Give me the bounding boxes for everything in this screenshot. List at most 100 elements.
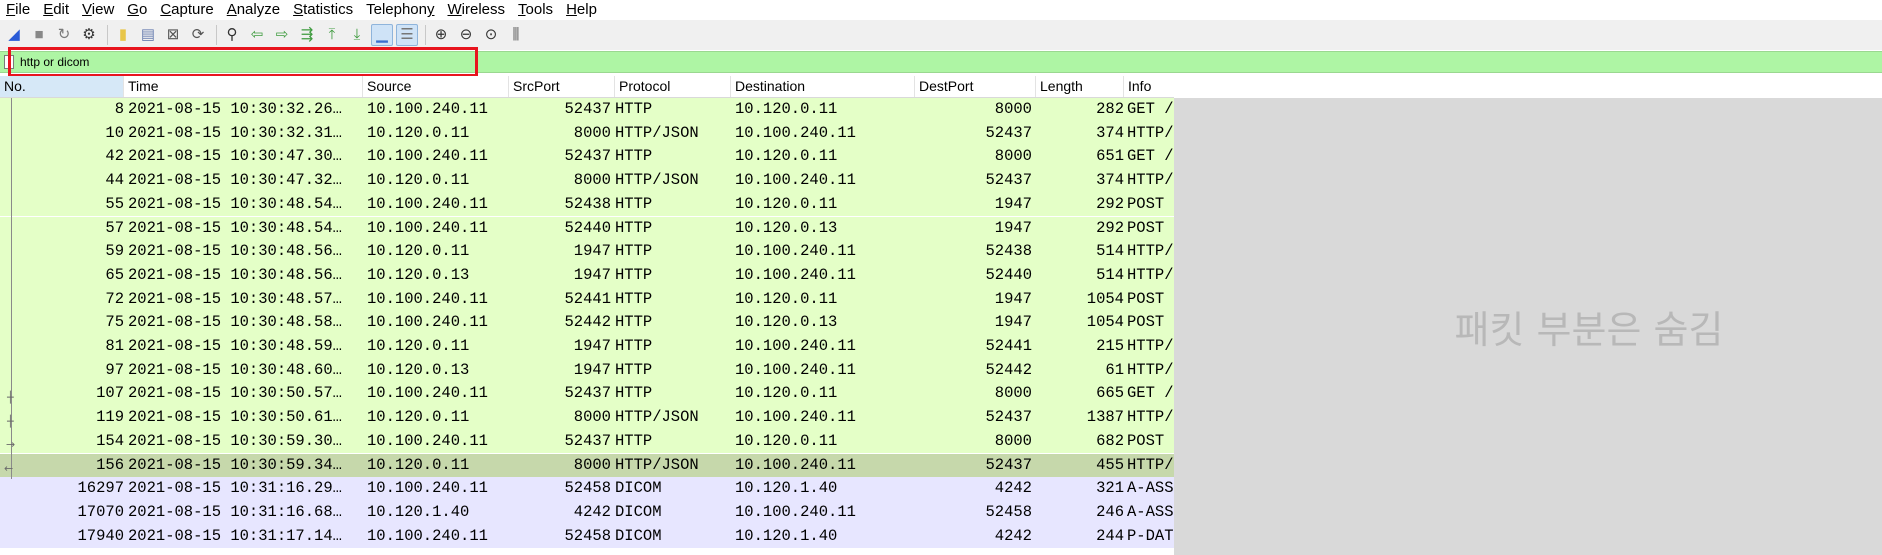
last-packet-icon[interactable]: ⤓ <box>346 24 368 46</box>
packet-row[interactable]: 59 2021-08-15 10:30:48.56… 10.120.0.11 1947… <box>0 240 1174 264</box>
column-header-no[interactable]: No. <box>0 76 124 97</box>
packet-row[interactable]: 156 2021-08-15 10:30:59.34… 10.120.0.11 800… <box>0 453 1174 478</box>
menu-item-telephony[interactable]: Telephony <box>360 0 441 20</box>
menu-item-edit[interactable]: Edit <box>37 0 76 20</box>
packet-cell-proto: HTTP <box>615 431 653 450</box>
packet-cell-dst: 10.100.240.11 <box>735 242 856 261</box>
packet-cell-time: 2021-08-15 10:30:48.57… <box>128 289 342 308</box>
column-header-protocol[interactable]: Protocol <box>615 76 731 97</box>
packet-cell-time: 2021-08-15 10:30:32.26… <box>128 100 342 118</box>
packet-cell-sport: 52458 <box>564 526 611 545</box>
column-header-srcport[interactable]: SrcPort <box>509 76 615 97</box>
packet-row[interactable]: 119 2021-08-15 10:30:50.61… 10.120.0.11 800… <box>0 406 1174 430</box>
packet-row[interactable]: 55 2021-08-15 10:30:48.54… 10.100.240.11 52… <box>0 192 1174 217</box>
find-packet-icon[interactable]: ⚲ <box>221 24 243 46</box>
shark-fin-start-icon[interactable]: ◢ <box>3 24 25 46</box>
capture-options-icon[interactable]: ⚙ <box>78 24 100 46</box>
toolbar-separator <box>425 25 426 45</box>
packet-cell-proto: DICOM <box>615 502 662 521</box>
packet-row[interactable]: 16297 2021-08-15 10:31:16.29… 10.100.240.1… <box>0 477 1174 501</box>
close-file-icon[interactable]: ⊠ <box>162 24 184 46</box>
zoom-in-icon[interactable]: ⊕ <box>430 24 452 46</box>
resize-columns-icon[interactable]: ⫼ <box>505 24 527 46</box>
packet-row[interactable]: 17070 2021-08-15 10:31:16.68… 10.120.1.40 4… <box>0 500 1174 525</box>
packet-cell-info: P-DAT <box>1127 526 1174 545</box>
save-file-icon[interactable]: ▤ <box>137 24 159 46</box>
packet-cell-no: 59 <box>105 242 124 261</box>
packet-row[interactable]: 8 2021-08-15 10:30:32.26… 10.100.240.11 524… <box>0 98 1174 122</box>
packet-row[interactable]: 57 2021-08-15 10:30:48.54… 10.100.240.11 52… <box>0 216 1174 241</box>
menu-label: Telephon <box>366 1 427 18</box>
packet-row[interactable]: 44 2021-08-15 10:30:47.32… 10.120.0.11 8000… <box>0 169 1174 193</box>
stop-capture-icon[interactable]: ■ <box>28 24 50 46</box>
toolbar-separator <box>216 25 217 45</box>
packet-cell-no: 97 <box>105 360 124 379</box>
menu-item-help[interactable]: Help <box>560 0 604 20</box>
packet-row[interactable]: 107 2021-08-15 10:30:50.57… 10.100.240.11 5… <box>0 382 1174 407</box>
menu-item-tools[interactable]: Tools <box>512 0 560 20</box>
packet-cell-dport: 8000 <box>994 100 1032 118</box>
column-header-info[interactable]: Info <box>1124 76 1174 97</box>
packet-row[interactable]: 154 2021-08-15 10:30:59.30… 10.100.240.11 5… <box>0 429 1174 454</box>
column-header-destport[interactable]: DestPort <box>915 76 1036 97</box>
packet-cell-time: 2021-08-15 10:30:48.54… <box>128 194 342 213</box>
zoom-out-icon[interactable]: ⊖ <box>455 24 477 46</box>
packet-cell-len: 374 <box>1096 123 1124 142</box>
autoscroll-icon[interactable]: ▁ <box>371 24 393 46</box>
packet-cell-dst: 10.100.240.11 <box>735 455 856 474</box>
menu-item-capture[interactable]: Capture <box>154 0 220 20</box>
packet-cell-no: 81 <box>105 337 124 355</box>
packet-row[interactable]: 42 2021-08-15 10:30:47.30… 10.100.240.11 52… <box>0 145 1174 170</box>
menu-item-go[interactable]: Go <box>121 0 154 20</box>
menu-label: elp <box>576 1 597 18</box>
go-to-packet-icon[interactable]: ⇶ <box>296 24 318 46</box>
column-header-destination[interactable]: Destination <box>731 76 915 97</box>
packet-row[interactable]: 72 2021-08-15 10:30:48.57… 10.100.240.11 52… <box>0 287 1174 312</box>
toolbar-separator <box>107 25 108 45</box>
packet-cell-dst: 10.120.0.13 <box>735 218 838 237</box>
restart-capture-icon[interactable]: ↻ <box>53 24 75 46</box>
go-back-icon[interactable]: ⇦ <box>246 24 268 46</box>
colorize-icon[interactable]: ☰ <box>396 24 418 46</box>
packet-cell-no: 156 <box>96 455 124 474</box>
first-packet-icon[interactable]: ⤒ <box>321 24 343 46</box>
open-file-icon[interactable]: ▮ <box>112 24 134 46</box>
packet-row[interactable]: 97 2021-08-15 10:30:48.60… 10.120.0.13 1947… <box>0 358 1174 383</box>
packet-cell-time: 2021-08-15 10:30:48.58… <box>128 313 342 332</box>
packet-cell-dport: 52437 <box>985 171 1032 190</box>
packet-cell-src: 10.100.240.11 <box>367 384 488 403</box>
column-header-length[interactable]: Length <box>1036 76 1124 97</box>
packet-row[interactable]: 17940 2021-08-15 10:31:17.14… 10.100.240.1… <box>0 524 1174 549</box>
packet-cell-dport: 4242 <box>994 526 1032 545</box>
packet-row[interactable]: 81 2021-08-15 10:30:48.59… 10.120.0.11 1947… <box>0 335 1174 359</box>
hidden-packet-details-overlay: 패킷 부분은 숨김 <box>1174 98 1882 555</box>
column-header-time[interactable]: Time <box>124 76 363 97</box>
packet-cell-dport: 52442 <box>985 360 1032 379</box>
packet-cell-proto: HTTP <box>615 384 653 403</box>
packet-row[interactable]: 65 2021-08-15 10:30:48.56… 10.120.0.13 1947… <box>0 263 1174 288</box>
display-filter-input[interactable] <box>20 53 470 71</box>
menu-item-view[interactable]: View <box>76 0 121 20</box>
packet-row[interactable]: 75 2021-08-15 10:30:48.58… 10.100.240.11 52… <box>0 311 1174 335</box>
column-header-source[interactable]: Source <box>363 76 509 97</box>
menu-accelerator: G <box>127 1 139 18</box>
zoom-normal-icon[interactable]: ⊙ <box>480 24 502 46</box>
packet-cell-proto: HTTP <box>615 265 653 284</box>
menu-item-analyze[interactable]: Analyze <box>221 0 287 20</box>
filter-bookmark-icon[interactable] <box>4 55 14 69</box>
menu-item-statistics[interactable]: Statistics <box>287 0 360 20</box>
packet-cell-sport: 8000 <box>573 123 611 142</box>
packet-cell-dport: 52437 <box>985 455 1032 474</box>
reload-file-icon[interactable]: ⟳ <box>187 24 209 46</box>
packet-row[interactable]: 10 2021-08-15 10:30:32.31… 10.120.0.11 8000… <box>0 121 1174 146</box>
menu-accelerator: F <box>6 1 16 18</box>
packet-cell-src: 10.100.240.11 <box>367 218 488 237</box>
menu-label: nalyze <box>236 1 281 18</box>
menu-item-file[interactable]: File <box>0 0 37 20</box>
menu-item-wireless[interactable]: Wireless <box>442 0 513 20</box>
packet-cell-time: 2021-08-15 10:30:50.61… <box>128 408 342 427</box>
go-forward-icon[interactable]: ⇨ <box>271 24 293 46</box>
packet-list[interactable]: 8 2021-08-15 10:30:32.26… 10.100.240.11 524… <box>0 98 1174 555</box>
packet-cell-src: 10.120.1.40 <box>367 502 470 521</box>
packet-cell-no: 44 <box>105 171 124 190</box>
